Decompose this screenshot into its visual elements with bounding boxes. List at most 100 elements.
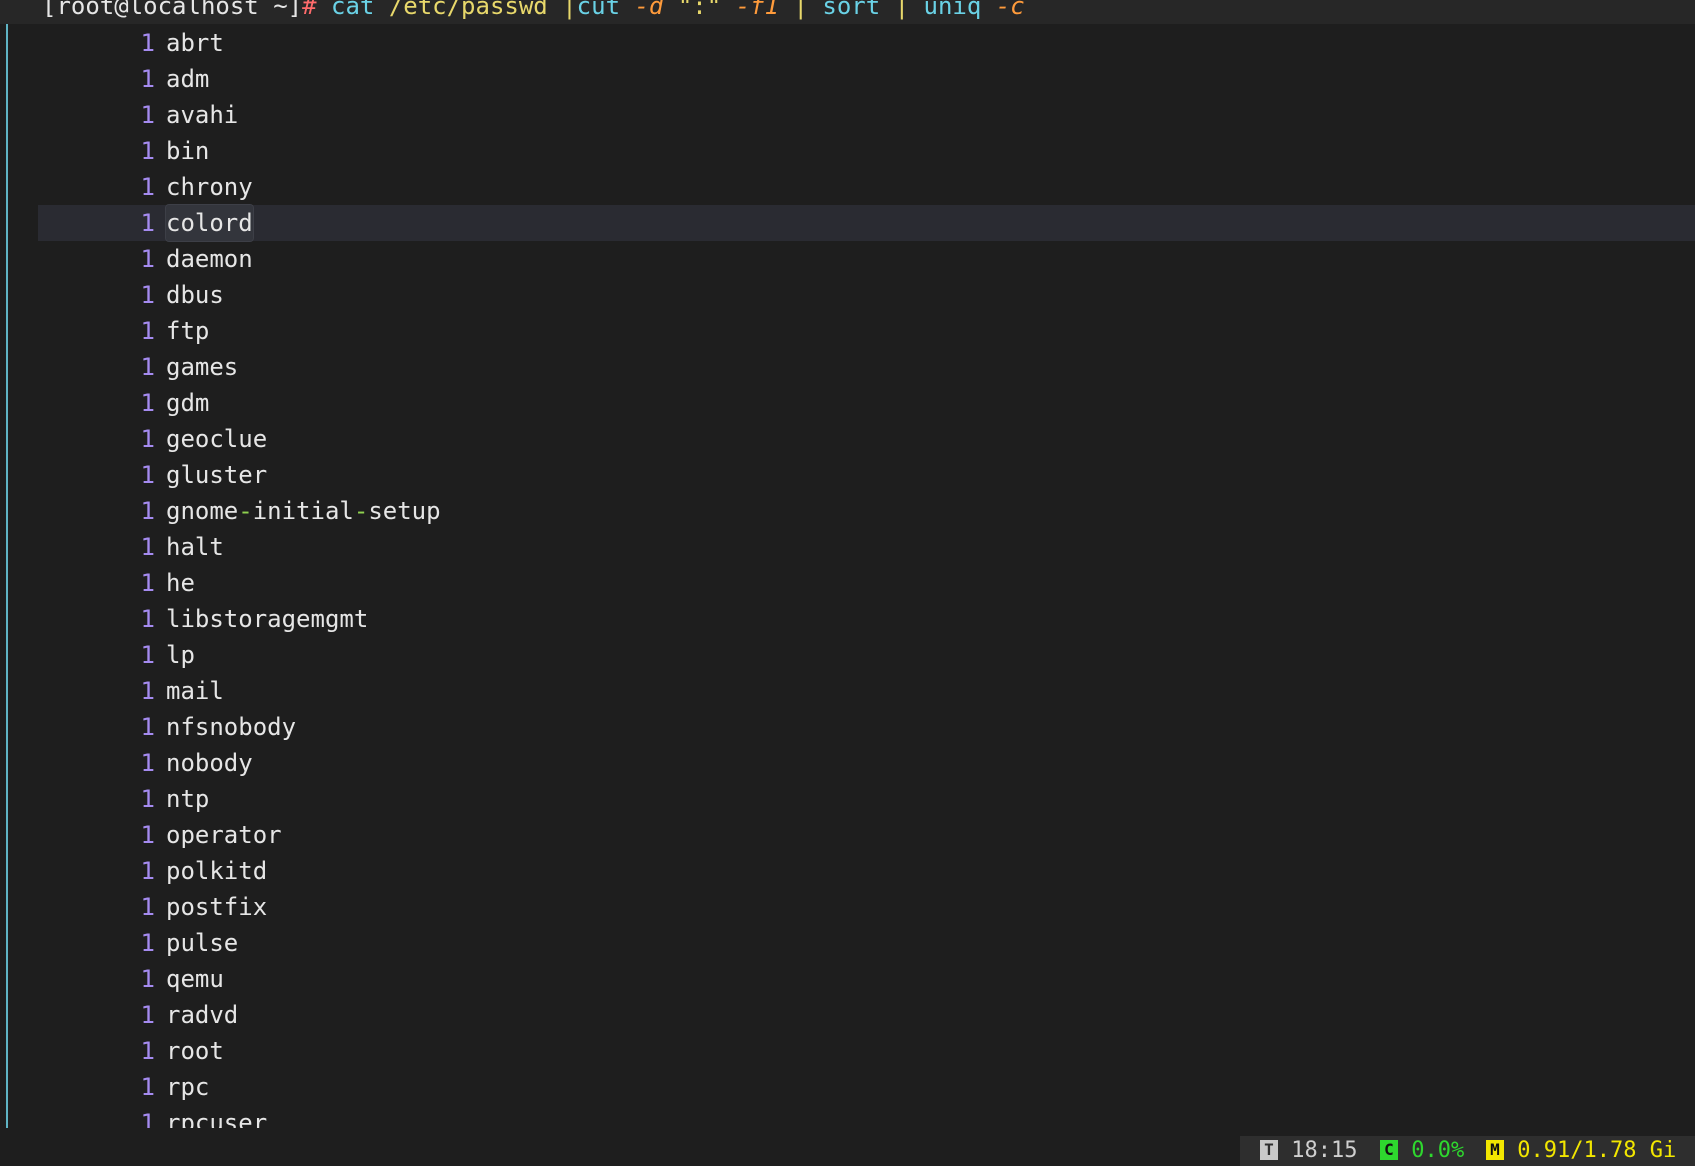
status-bar: T 18:15 C 0.0% M 0.91/1.78 Gi [1240, 1136, 1695, 1166]
user-name: polkitd [166, 857, 268, 885]
user-name: ntp [166, 785, 210, 813]
user-name: root [166, 1037, 224, 1065]
clock-icon: T [1260, 1139, 1278, 1160]
output-line[interactable]: 1 root [38, 1033, 1695, 1069]
line-count: 1 [140, 605, 155, 633]
user-name: operator [166, 821, 282, 849]
line-count: 1 [140, 677, 155, 705]
output-line[interactable]: 1 postfix [38, 889, 1695, 925]
output-line[interactable]: 1 ftp [38, 313, 1695, 349]
memory-segment: M 0.91/1.78 Gi [1486, 1136, 1676, 1166]
user-name: rpc [166, 1073, 210, 1101]
output-line[interactable]: 1 games [38, 349, 1695, 385]
output-line[interactable]: 1 rpc [38, 1069, 1695, 1105]
user-name: colord [165, 204, 254, 242]
cmd-cut: cut [576, 0, 621, 20]
cmd-flag-f: -f1 [735, 0, 780, 20]
memory-icon: M [1486, 1139, 1504, 1160]
line-count: 1 [140, 461, 155, 489]
output-line[interactable]: 1 lp [38, 637, 1695, 673]
output-line[interactable]: 1 gnome-initial-setup [38, 493, 1695, 529]
line-count: 1 [140, 1037, 155, 1065]
output-line[interactable]: 1 avahi [38, 97, 1695, 133]
user-name: nobody [166, 749, 253, 777]
cmd-pipe-1: | [562, 0, 577, 20]
line-count: 1 [140, 857, 155, 885]
user-name: geoclue [166, 425, 268, 453]
output-line[interactable]: 1 gdm [38, 385, 1695, 421]
line-count: 1 [140, 929, 155, 957]
output-line[interactable]: 1 geoclue [38, 421, 1695, 457]
user-name: gnome-initial-setup [166, 497, 441, 525]
line-count: 1 [140, 641, 155, 669]
line-count: 1 [140, 965, 155, 993]
output-line[interactable]: 1 dbus [38, 277, 1695, 313]
user-name: games [166, 353, 239, 381]
shell-prompt: [root@localhost ~] [42, 0, 303, 20]
output-line[interactable]: 1 halt [38, 529, 1695, 565]
user-name: gluster [166, 461, 268, 489]
output-line[interactable]: 1 gluster [38, 457, 1695, 493]
output-line[interactable]: 1 colord [38, 204, 1695, 242]
line-count: 1 [140, 281, 155, 309]
user-name: halt [166, 533, 224, 561]
user-name: he [166, 569, 195, 597]
output-line[interactable]: 1 radvd [38, 997, 1695, 1033]
cmd-flag-d: -d [634, 0, 664, 20]
output-line[interactable]: 1 abrt [38, 25, 1695, 61]
user-name: abrt [166, 29, 224, 57]
output-line[interactable]: 1 mail [38, 673, 1695, 709]
output-line[interactable]: 1 libstoragemgmt [38, 601, 1695, 637]
output-line[interactable]: 1 pulse [38, 925, 1695, 961]
line-count: 1 [140, 353, 155, 381]
cmd-flag-c: -c [995, 0, 1025, 20]
output-line[interactable]: 1 polkitd [38, 853, 1695, 889]
user-name: bin [166, 137, 210, 165]
line-count: 1 [140, 245, 155, 273]
user-name: radvd [166, 1001, 239, 1029]
output-line[interactable]: 1 bin [38, 133, 1695, 169]
line-count: 1 [140, 713, 155, 741]
cmd-cat: cat [331, 0, 375, 20]
cmd-pipe-3: | [894, 0, 910, 20]
output-line[interactable]: 1 nfsnobody [38, 709, 1695, 745]
output-line[interactable]: 1 operator [38, 817, 1695, 853]
output-line[interactable]: 1 ntp [38, 781, 1695, 817]
output-line[interactable]: 1 daemon [38, 241, 1695, 277]
status-memory: 0.91/1.78 Gi [1517, 1138, 1677, 1163]
output-line[interactable]: 1 adm [38, 61, 1695, 97]
user-name: nfsnobody [166, 713, 297, 741]
line-count: 1 [140, 1001, 155, 1029]
user-name: ftp [166, 317, 210, 345]
cpu-icon: C [1380, 1139, 1398, 1160]
output-line[interactable]: 1 chrony [38, 169, 1695, 205]
command-line[interactable]: [root@localhost ~]# cat /etc/passwd |cut… [42, 0, 1025, 24]
line-count: 1 [140, 173, 155, 201]
line-count: 1 [140, 749, 155, 777]
cmd-uniq: uniq [923, 0, 982, 20]
user-name: gdm [166, 389, 210, 417]
output-line[interactable]: 1 qemu [38, 961, 1695, 997]
line-count: 1 [140, 65, 155, 93]
line-count: 1 [140, 101, 155, 129]
output-line[interactable]: 1 he [38, 565, 1695, 601]
user-name: lp [166, 641, 195, 669]
cmd-sort: sort [822, 0, 881, 20]
user-name: libstoragemgmt [166, 605, 369, 633]
command-output: 1 abrt 1 adm 1 avahi 1 bin 1 chrony 1 colord 1 daemon… [38, 25, 1695, 1141]
user-name: daemon [166, 245, 253, 273]
cmd-pipe-2: | [793, 0, 808, 20]
line-count: 1 [140, 389, 155, 417]
line-count: 1 [140, 209, 155, 237]
line-count: 1 [140, 29, 155, 57]
status-time: 18:15 [1291, 1138, 1358, 1163]
cpu-segment: C 0.0% [1380, 1136, 1464, 1166]
time-segment: T 18:15 [1260, 1136, 1357, 1166]
line-count: 1 [140, 425, 155, 453]
line-count: 1 [140, 893, 155, 921]
user-name: qemu [166, 965, 224, 993]
output-line[interactable]: 1 nobody [38, 745, 1695, 781]
line-count: 1 [140, 497, 155, 525]
line-count: 1 [140, 137, 155, 165]
user-name: adm [166, 65, 210, 93]
